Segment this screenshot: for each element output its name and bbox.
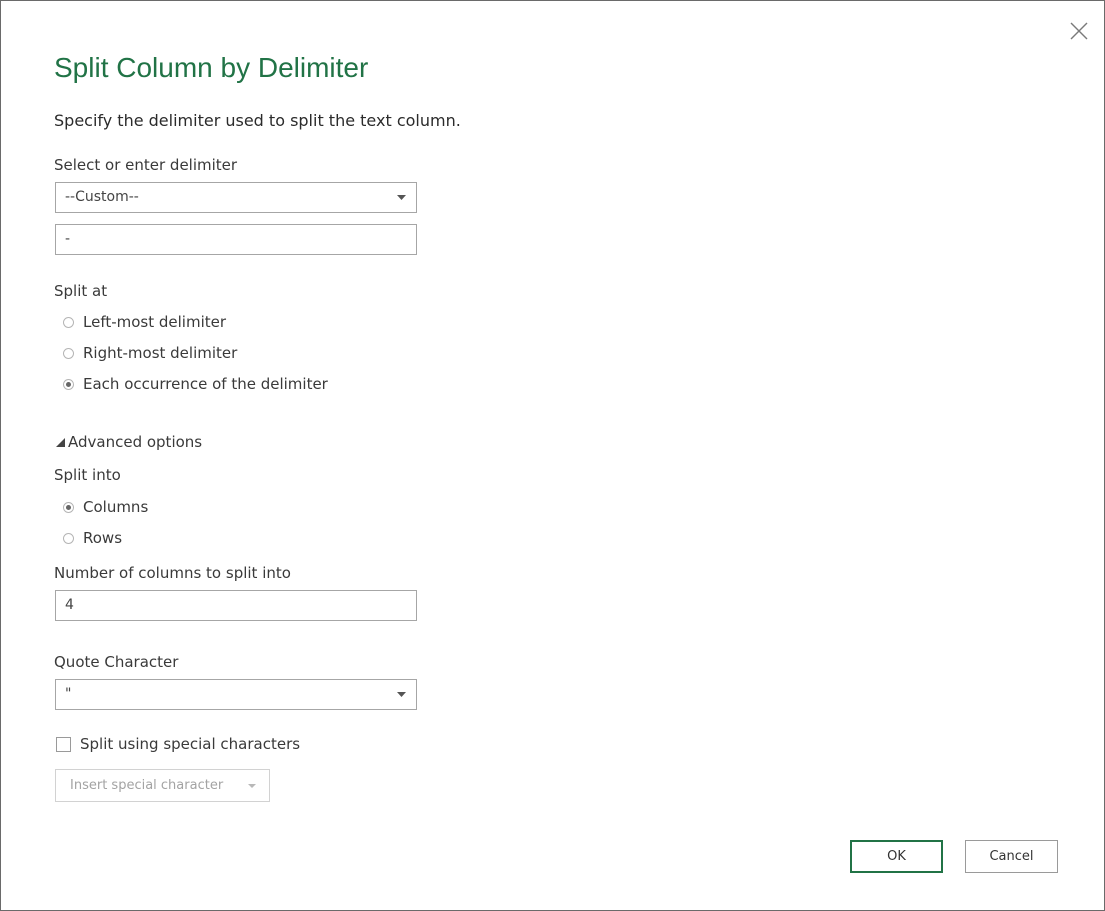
- radio-label: Right-most delimiter: [83, 344, 238, 362]
- radio-columns[interactable]: Columns: [63, 497, 148, 517]
- advanced-options-label: Advanced options: [68, 433, 203, 451]
- ok-button[interactable]: OK: [850, 840, 943, 873]
- triangle-expanded-icon: [56, 437, 65, 447]
- radio-button: [63, 316, 74, 328]
- special-characters-checkbox[interactable]: [56, 736, 71, 752]
- close-button[interactable]: [1067, 19, 1091, 43]
- advanced-options-toggle[interactable]: Advanced options: [56, 433, 202, 451]
- num-columns-label: Number of columns to split into: [54, 564, 291, 582]
- split-at-label: Split at: [54, 282, 108, 300]
- radio-label: Rows: [83, 529, 123, 547]
- radio-label: Columns: [83, 498, 149, 516]
- insert-special-character-button[interactable]: Insert special character: [55, 769, 270, 802]
- num-columns-input[interactable]: 4: [55, 590, 417, 621]
- custom-delimiter-input[interactable]: -: [55, 224, 417, 255]
- radio-each-occurrence[interactable]: Each occurrence of the delimiter: [63, 374, 328, 394]
- cancel-button[interactable]: Cancel: [965, 840, 1058, 873]
- radio-right-most-delimiter[interactable]: Right-most delimiter: [63, 343, 237, 363]
- insert-special-character-label: Insert special character: [70, 778, 224, 793]
- chevron-down-icon: [397, 195, 406, 200]
- radio-rows[interactable]: Rows: [63, 528, 122, 548]
- num-columns-value: 4: [65, 597, 74, 613]
- delimiter-select[interactable]: --Custom--: [55, 182, 417, 213]
- radio-button: [63, 347, 74, 359]
- quote-character-value: ": [65, 686, 72, 702]
- delimiter-label: Select or enter delimiter: [54, 156, 238, 174]
- split-column-dialog: Split Column by Delimiter Specify the de…: [0, 0, 1105, 911]
- quote-character-label: Quote Character: [54, 653, 179, 671]
- custom-delimiter-value: -: [65, 231, 71, 247]
- delimiter-select-value: --Custom--: [65, 189, 139, 205]
- radio-button-selected: [63, 501, 74, 513]
- chevron-down-icon: [248, 784, 256, 788]
- radio-button-selected: [63, 378, 74, 390]
- close-icon: [1070, 22, 1088, 40]
- special-characters-label: Split using special characters: [80, 735, 301, 753]
- dialog-title: Split Column by Delimiter: [54, 52, 369, 83]
- radio-left-most-delimiter[interactable]: Left-most delimiter: [63, 312, 226, 332]
- radio-label: Each occurrence of the delimiter: [83, 375, 328, 393]
- quote-character-select[interactable]: ": [55, 679, 417, 710]
- dialog-subtitle: Specify the delimiter used to split the …: [54, 111, 461, 130]
- special-characters-checkbox-row[interactable]: Split using special characters: [56, 735, 300, 753]
- chevron-down-icon: [397, 692, 406, 697]
- radio-label: Left-most delimiter: [83, 313, 227, 331]
- split-into-label: Split into: [54, 466, 121, 484]
- radio-button: [63, 532, 74, 544]
